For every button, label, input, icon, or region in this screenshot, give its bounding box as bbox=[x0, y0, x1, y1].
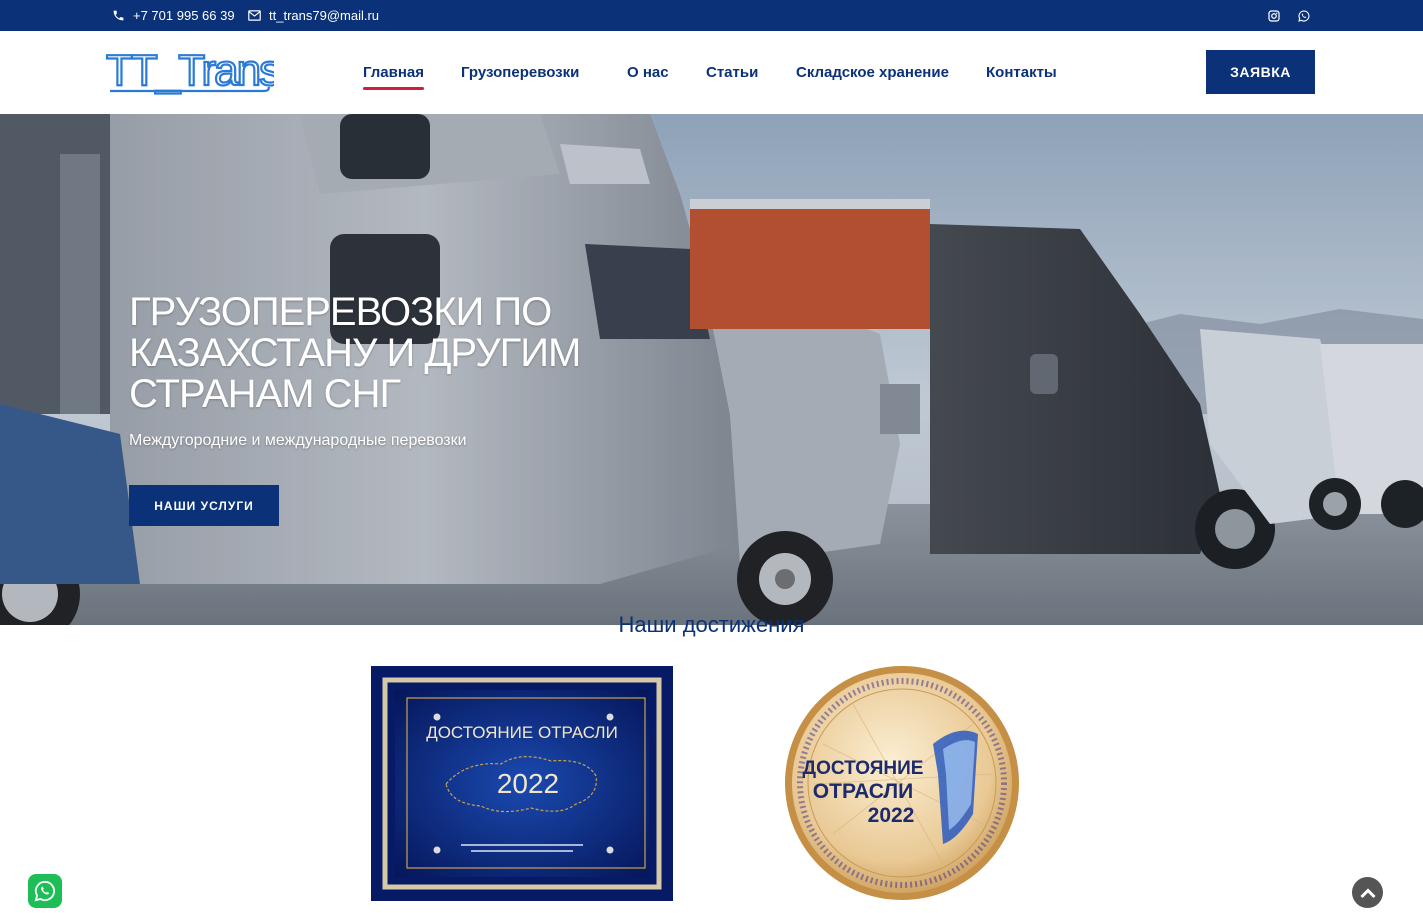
our-services-button[interactable]: НАШИ УСЛУГИ bbox=[129, 485, 279, 526]
top-bar: +7 701 995 66 39 tt_trans79@mail.ru bbox=[0, 0, 1423, 31]
hero-section: ГРУЗОПЕРЕВОЗКИ ПО КАЗАХСТАНУ И ДРУГИМ СТ… bbox=[0, 114, 1423, 625]
award2-year: 2022 bbox=[868, 804, 915, 827]
request-button[interactable]: ЗАЯВКА bbox=[1206, 50, 1315, 94]
award1-year: 2022 bbox=[497, 768, 559, 799]
nav-contacts[interactable]: Контакты bbox=[986, 64, 1057, 81]
hero-subtitle: Междугородние и международные перевозки bbox=[129, 432, 467, 449]
envelope-icon bbox=[248, 10, 261, 21]
tt-trans-logo[interactable]: TT_Trans bbox=[104, 47, 274, 99]
email-address[interactable]: tt_trans79@mail.ru bbox=[269, 8, 379, 23]
nav-cargo[interactable]: Грузоперевозки bbox=[461, 64, 579, 81]
whatsapp-icon bbox=[34, 880, 56, 902]
hero-title: ГРУЗОПЕРЕВОЗКИ ПО КАЗАХСТАНУ И ДРУГИМ СТ… bbox=[129, 290, 581, 416]
award-plaque-image: ДОСТОЯНИЕ ОТРАСЛИ 2022 bbox=[371, 666, 673, 901]
instagram-icon bbox=[1268, 9, 1280, 22]
whatsapp-float-button[interactable] bbox=[28, 874, 62, 908]
phone-number[interactable]: +7 701 995 66 39 bbox=[133, 8, 235, 23]
instagram-link[interactable] bbox=[1265, 0, 1283, 31]
phone-icon bbox=[113, 10, 124, 21]
whatsapp-link[interactable] bbox=[1295, 0, 1313, 31]
email-contact[interactable]: tt_trans79@mail.ru bbox=[248, 0, 379, 31]
scroll-to-top-button[interactable] bbox=[1352, 877, 1383, 908]
nav-articles[interactable]: Статьи bbox=[706, 64, 758, 81]
achievements-title: Наши достижения bbox=[618, 612, 805, 637]
nav-about[interactable]: О нас bbox=[627, 64, 669, 81]
phone-contact[interactable]: +7 701 995 66 39 bbox=[112, 0, 235, 31]
award2-line2: ОТРАСЛИ bbox=[813, 780, 913, 803]
award1-heading: ДОСТОЯНИЕ ОТРАСЛИ bbox=[426, 723, 618, 742]
site-header: TT_Trans Главная Грузоперевозки О нас Ст… bbox=[0, 31, 1423, 114]
award-medal-image: ДОСТОЯНИЕ ОТРАСЛИ 2022 bbox=[785, 666, 1019, 900]
svg-text:TT_Trans: TT_Trans bbox=[106, 47, 274, 95]
nav-home[interactable]: Главная bbox=[363, 64, 425, 90]
chevron-up-icon bbox=[1359, 887, 1376, 898]
whatsapp-icon bbox=[1298, 9, 1310, 22]
nav-storage[interactable]: Складское хранение bbox=[796, 64, 949, 81]
award2-line1: ДОСТОЯНИЕ bbox=[803, 758, 924, 779]
